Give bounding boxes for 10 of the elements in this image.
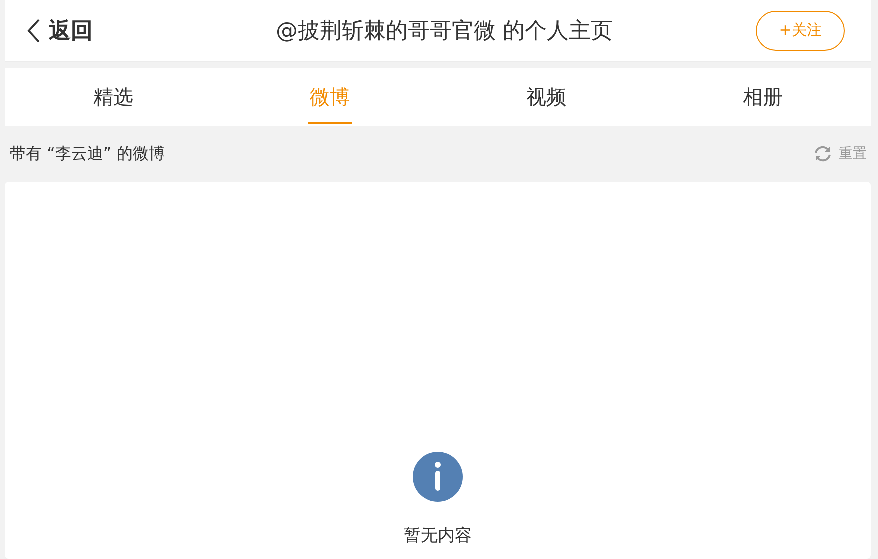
filter-text: 带有 “李云迪” 的微博 xyxy=(10,144,165,164)
tab[interactable]: 相册 xyxy=(654,68,871,126)
empty-message: 暂无内容 xyxy=(404,525,472,547)
page-title: @披荆斩棘的哥哥官微 的个人主页 xyxy=(275,18,614,46)
info-icon xyxy=(413,452,463,502)
tab[interactable]: 精选 xyxy=(5,68,222,126)
back-button[interactable]: 返回 xyxy=(27,16,93,46)
back-icon xyxy=(27,18,41,42)
refresh-icon xyxy=(813,144,833,164)
tab[interactable]: 视频 xyxy=(438,68,654,126)
